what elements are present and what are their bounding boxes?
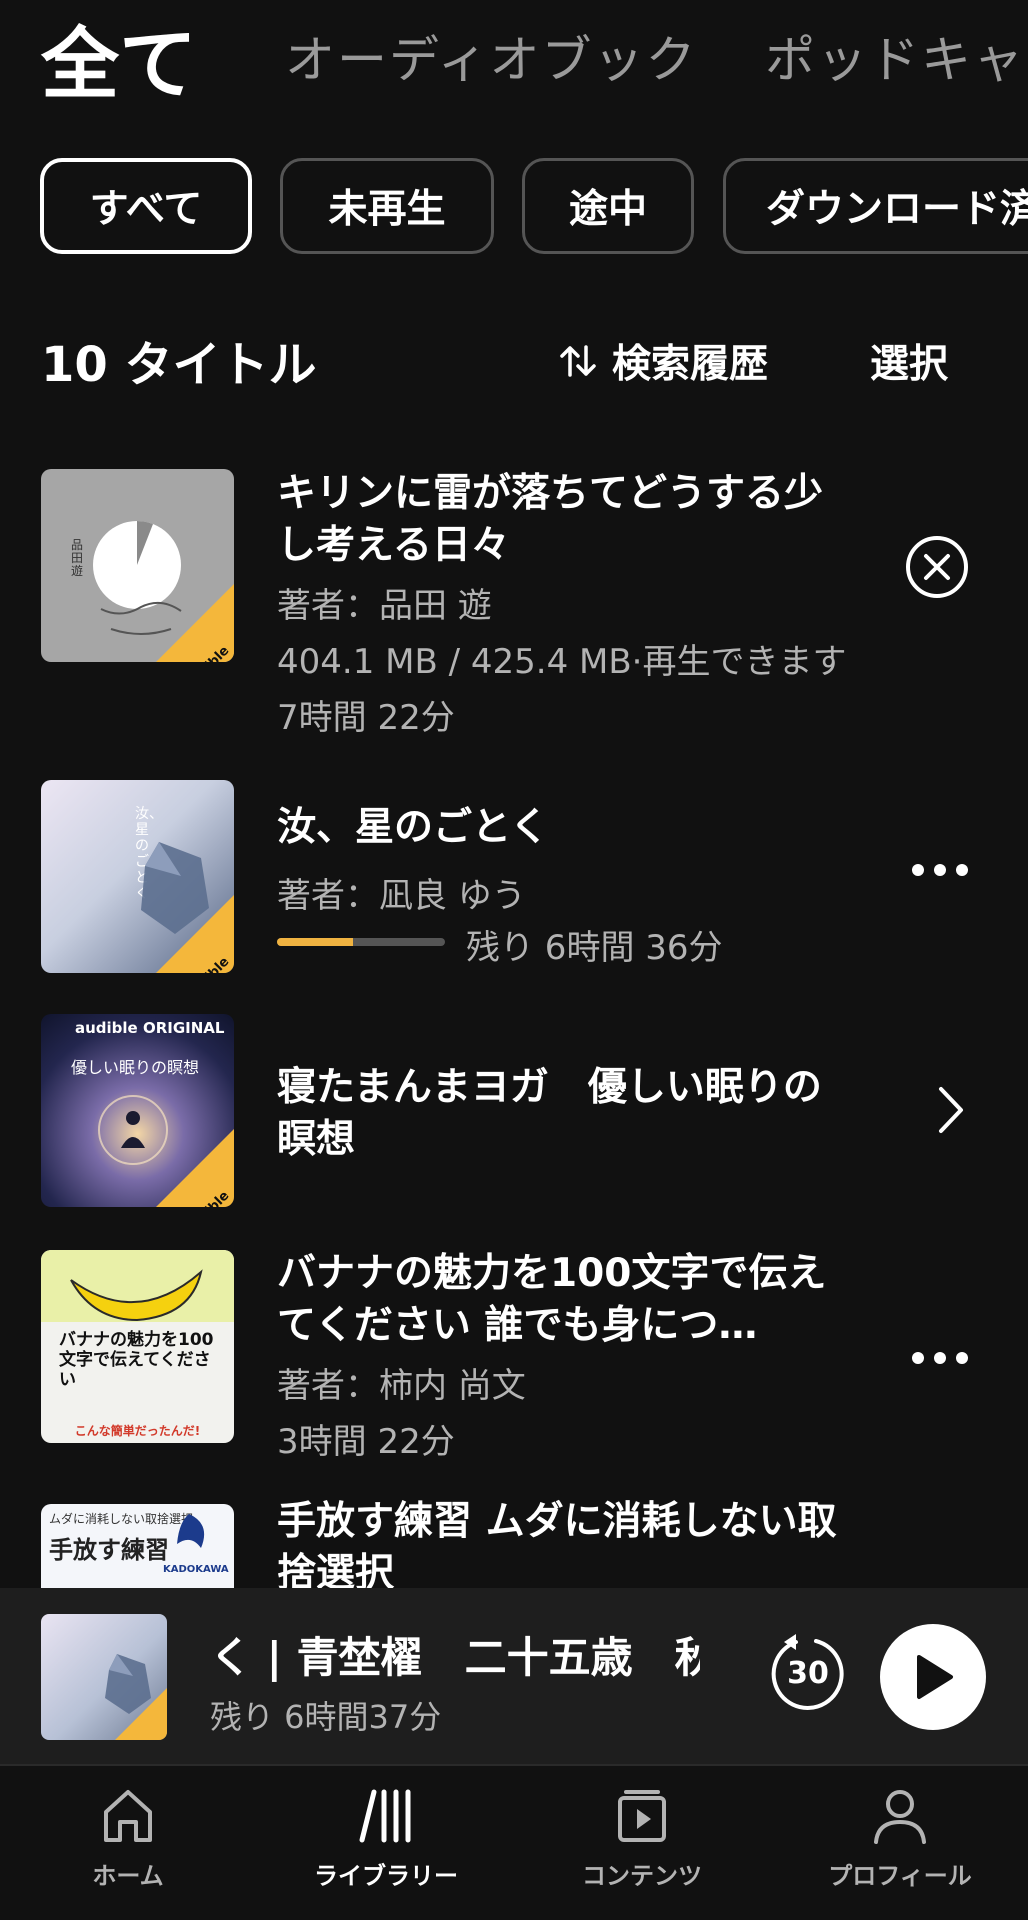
tab-all[interactable]: 全て (41, 2, 197, 110)
tab-podcast[interactable]: ポッドキャ (765, 20, 1025, 92)
book-cover: 汝、星のごとく audible (41, 780, 234, 973)
play-button[interactable] (880, 1624, 986, 1730)
mini-player[interactable]: く | 青埜櫂 二十五歳 秋 残り 6時間37分 30 (0, 1588, 1028, 1764)
nav-home[interactable]: ホーム (18, 1784, 238, 1891)
cancel-download-button[interactable] (904, 534, 970, 600)
sort-icon (560, 345, 596, 377)
banana-illustration (70, 1269, 203, 1322)
more-options-button[interactable] (910, 840, 970, 900)
nav-content[interactable]: コンテンツ (532, 1784, 752, 1891)
title-count: 10 タイトル (41, 337, 317, 393)
home-icon (104, 1790, 152, 1842)
more-icon (912, 1352, 968, 1364)
nav-library-label: ライブラリー (314, 1862, 458, 1890)
list-item[interactable]: バナナの魅力を100文字で伝えてください こんな簡単だったんだ! バナナの魅力を… (0, 1244, 1028, 1474)
nav-profile-label: プロフィール (828, 1862, 972, 1890)
download-status: 404.1 MB / 425.4 MB·再生できます (277, 642, 847, 682)
rewind-seconds-label: 30 (787, 1656, 829, 1691)
nav-profile[interactable]: プロフィール (790, 1784, 1010, 1891)
remaining-time: 残り 6時間 36分 (466, 928, 723, 968)
profile-icon (874, 1790, 926, 1844)
library-icon (359, 1789, 411, 1843)
item-author: 著者：品田 遊 (277, 586, 492, 626)
cover-title-text: バナナの魅力を100文字で伝えてください (59, 1330, 214, 1390)
play-icon (917, 1655, 953, 1699)
chevron-right-icon (939, 1087, 963, 1133)
more-icon (912, 864, 968, 876)
more-options-button[interactable] (910, 1328, 970, 1388)
item-title: 寝たまんまヨガ 優しい眠りの瞑想 (277, 1065, 822, 1162)
rewind-30-button[interactable]: 30 (766, 1632, 850, 1716)
list-item[interactable]: 汝、星のごとく audible 汝、星のごとく 著者：凪良 ゆう 残り 6時間 … (0, 772, 1028, 986)
cover-banner-text: こんな簡単だったんだ! (74, 1424, 201, 1438)
now-playing-cover (41, 1614, 167, 1740)
book-cover: 品田遊 audible (41, 469, 234, 662)
listening-progress-bar (277, 938, 445, 946)
sort-button[interactable]: 検索履歴 (558, 333, 768, 389)
list-item[interactable]: 品田遊 audible キリンに雷が落ちてどうする少し考える日々 著者：品田 遊… (0, 460, 1028, 750)
filter-downloaded-chip[interactable]: ダウンロード済 (723, 158, 1028, 254)
filter-in-progress-chip[interactable]: 途中 (522, 158, 694, 254)
nav-content-label: コンテンツ (582, 1862, 702, 1890)
crane-logo-icon (177, 1514, 205, 1548)
sort-label: 検索履歴 (612, 342, 769, 387)
item-title: キリンに雷が落ちてどうする少し考える日々 (277, 471, 824, 568)
nav-library[interactable]: ライブラリー (276, 1784, 496, 1891)
select-button[interactable]: 選択 (870, 333, 948, 389)
top-tab-bar: 全て オーディオブック ポッドキャ (0, 0, 1028, 110)
item-author: 著者：凪良 ゆう (277, 876, 526, 916)
item-title: 汝、星のごとく (277, 805, 549, 850)
bottom-navigation: ホーム ライブラリー コンテンツ プロフィール (0, 1764, 1028, 1920)
library-list: 品田遊 audible キリンに雷が落ちてどうする少し考える日々 著者：品田 遊… (0, 460, 1028, 1588)
item-title: 手放す練習 ムダに消耗しない取捨選択 (277, 1499, 837, 1588)
now-playing-remaining: 残り 6時間37分 (210, 1698, 442, 1736)
book-cover: ムダに消耗しない取捨選択 手放す練習 KADOKAWA (41, 1504, 234, 1588)
nav-home-label: ホーム (92, 1862, 164, 1890)
now-playing-title: く | 青埜櫂 二十五歳 秋 (210, 1633, 700, 1682)
item-duration: 3時間 22分 (277, 1422, 455, 1462)
item-title: バナナの魅力を100文字で伝えてください 誰でも身につ… (277, 1251, 827, 1348)
list-item[interactable]: audible ORIGINAL 優しい眠りの瞑想 audible 寝たまんまヨ… (0, 1008, 1028, 1222)
content-icon (618, 1790, 666, 1842)
tab-audiobook[interactable]: オーディオブック (285, 20, 698, 92)
cancel-download-icon (906, 536, 968, 598)
filter-all-chip[interactable]: すべて (40, 158, 252, 254)
filter-chips: すべて 未再生 途中 ダウンロード済 (0, 158, 1028, 256)
listening-progress-fill (277, 938, 353, 946)
open-item-button[interactable] (930, 1080, 970, 1140)
item-duration: 7時間 22分 (277, 698, 455, 738)
list-item[interactable]: ムダに消耗しない取捨選択 手放す練習 KADOKAWA 手放す練習 ムダに消耗し… (0, 1496, 1028, 1588)
filter-unplayed-chip[interactable]: 未再生 (280, 158, 494, 254)
book-cover: audible ORIGINAL 優しい眠りの瞑想 audible (41, 1014, 234, 1207)
book-cover: バナナの魅力を100文字で伝えてください こんな簡単だったんだ! (41, 1250, 234, 1443)
item-author: 著者：柿内 尚文 (277, 1366, 526, 1406)
